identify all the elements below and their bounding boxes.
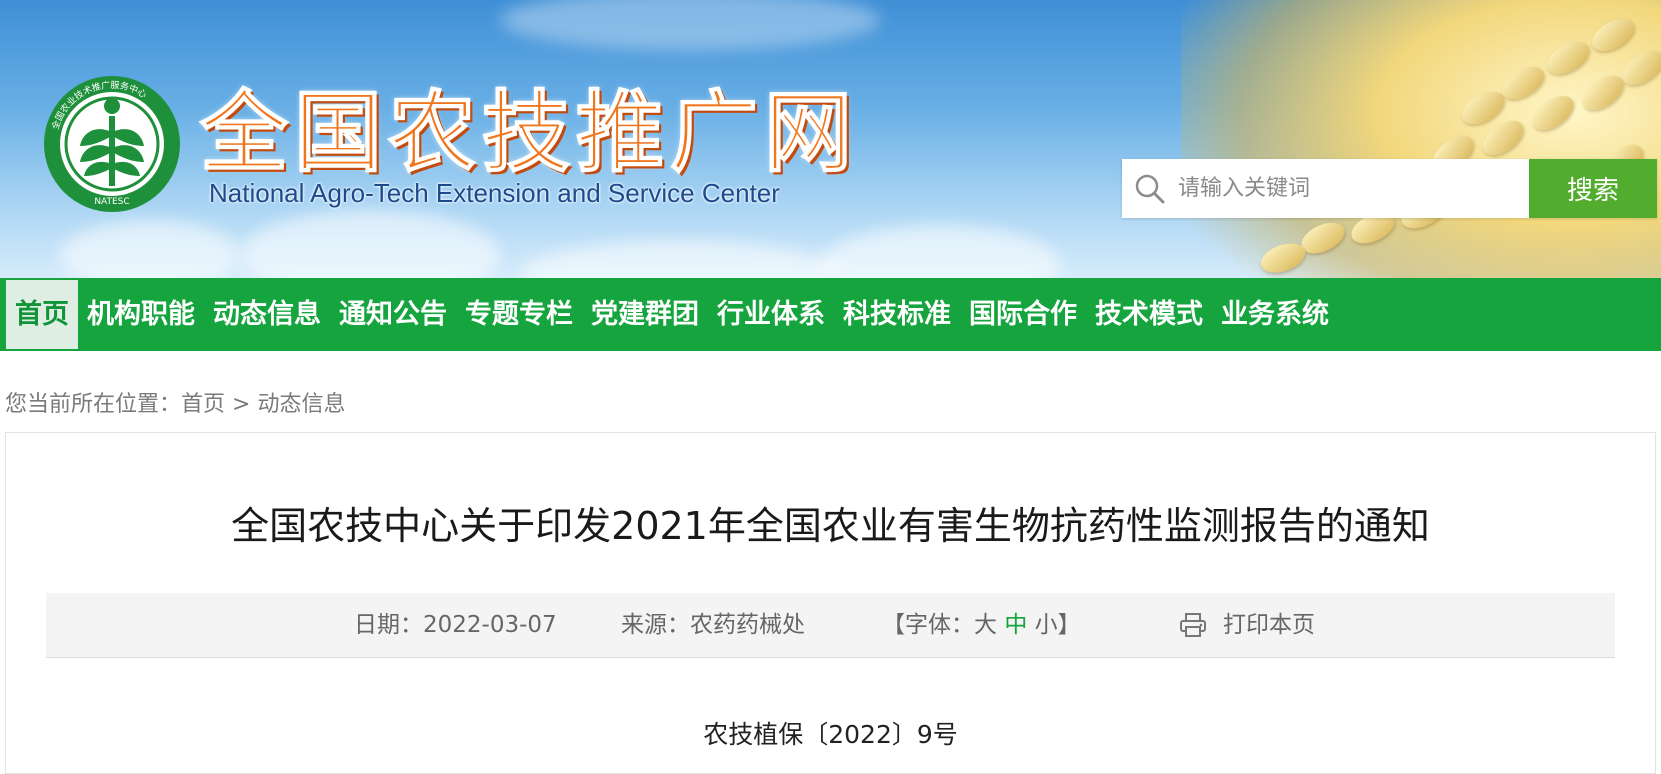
logo-bottom-text: NATESC [94,197,129,207]
font-size-control: 【字体：大 中 小】 [882,593,1081,657]
print-label: 打印本页 [1223,612,1315,638]
font-size-medium-link[interactable]: 中 [1004,612,1027,638]
search-icon [1135,174,1165,203]
source-value: 农药药械处 [690,612,805,638]
breadcrumb: 您当前所在位置：首页 > 动态信息 [5,386,345,418]
wheat-background [1181,0,1661,278]
font-size-large-link[interactable]: 大 [974,612,997,638]
site-title-cn: 全国农技推广网 [199,80,859,184]
search-box: 搜索 [1122,159,1657,218]
search-input[interactable] [1176,175,1520,202]
cloud-decoration [500,0,880,50]
breadcrumb-prefix: 您当前所在位置： [5,392,182,417]
nav-item-notices[interactable]: 通知公告 [330,278,456,351]
article-date: 日期：2022-03-07 [354,593,557,657]
nav-item-international[interactable]: 国际合作 [960,278,1086,351]
cloud-decoration [520,240,840,278]
font-size-open: 【字体： [882,612,974,638]
nav-item-industry[interactable]: 行业体系 [708,278,834,351]
source-label: 来源： [621,612,690,638]
site-title-en: National Agro-Tech Extension and Service… [209,178,780,208]
font-size-small-link[interactable]: 小 [1035,612,1058,638]
cloud-decoration [60,220,240,278]
date-value: 2022-03-07 [423,612,557,638]
article-panel: 全国农技中心关于印发2021年全国农业有害生物抗药性监测报告的通知 日期：202… [5,432,1656,774]
header-banner: 全国农业技术推广服务中心 NATESC 全国农技推广网 National Agr… [0,0,1661,278]
document-number: 农技植保〔2022〕9号 [703,720,958,749]
cloud-decoration [820,225,1060,278]
font-size-close: 】 [1057,612,1081,638]
nav-item-home[interactable]: 首页 [6,280,78,349]
nav-item-organization[interactable]: 机构职能 [78,278,204,351]
breadcrumb-separator: > [225,392,258,417]
cloud-decoration [240,210,500,278]
nav-item-party[interactable]: 党建群团 [582,278,708,351]
nav-item-news[interactable]: 动态信息 [204,278,330,351]
main-nav: 首页 机构职能 动态信息 通知公告 专题专栏 党建群团 行业体系 科技标准 国际… [0,278,1661,351]
breadcrumb-current-link[interactable]: 动态信息 [257,392,345,417]
nav-item-standards[interactable]: 科技标准 [834,278,960,351]
article-meta-bar: 日期：2022-03-07 来源：农药药械处 【字体：大 中 小】 打印本页 [46,593,1615,658]
breadcrumb-home-link[interactable]: 首页 [181,392,225,417]
search-field [1122,159,1529,218]
printer-icon [1180,613,1206,637]
article-source: 来源：农药药械处 [621,593,805,657]
print-button[interactable]: 打印本页 [1179,593,1315,657]
wheat-logo[interactable]: 全国农业技术推广服务中心 NATESC [42,74,182,214]
article-title: 全国农技中心关于印发2021年全国农业有害生物抗药性监测报告的通知 [231,504,1430,548]
date-label: 日期： [354,612,423,638]
nav-item-systems[interactable]: 业务系统 [1212,278,1338,351]
nav-item-tech-models[interactable]: 技术模式 [1086,278,1212,351]
search-button[interactable]: 搜索 [1529,159,1657,218]
nav-item-topics[interactable]: 专题专栏 [456,278,582,351]
